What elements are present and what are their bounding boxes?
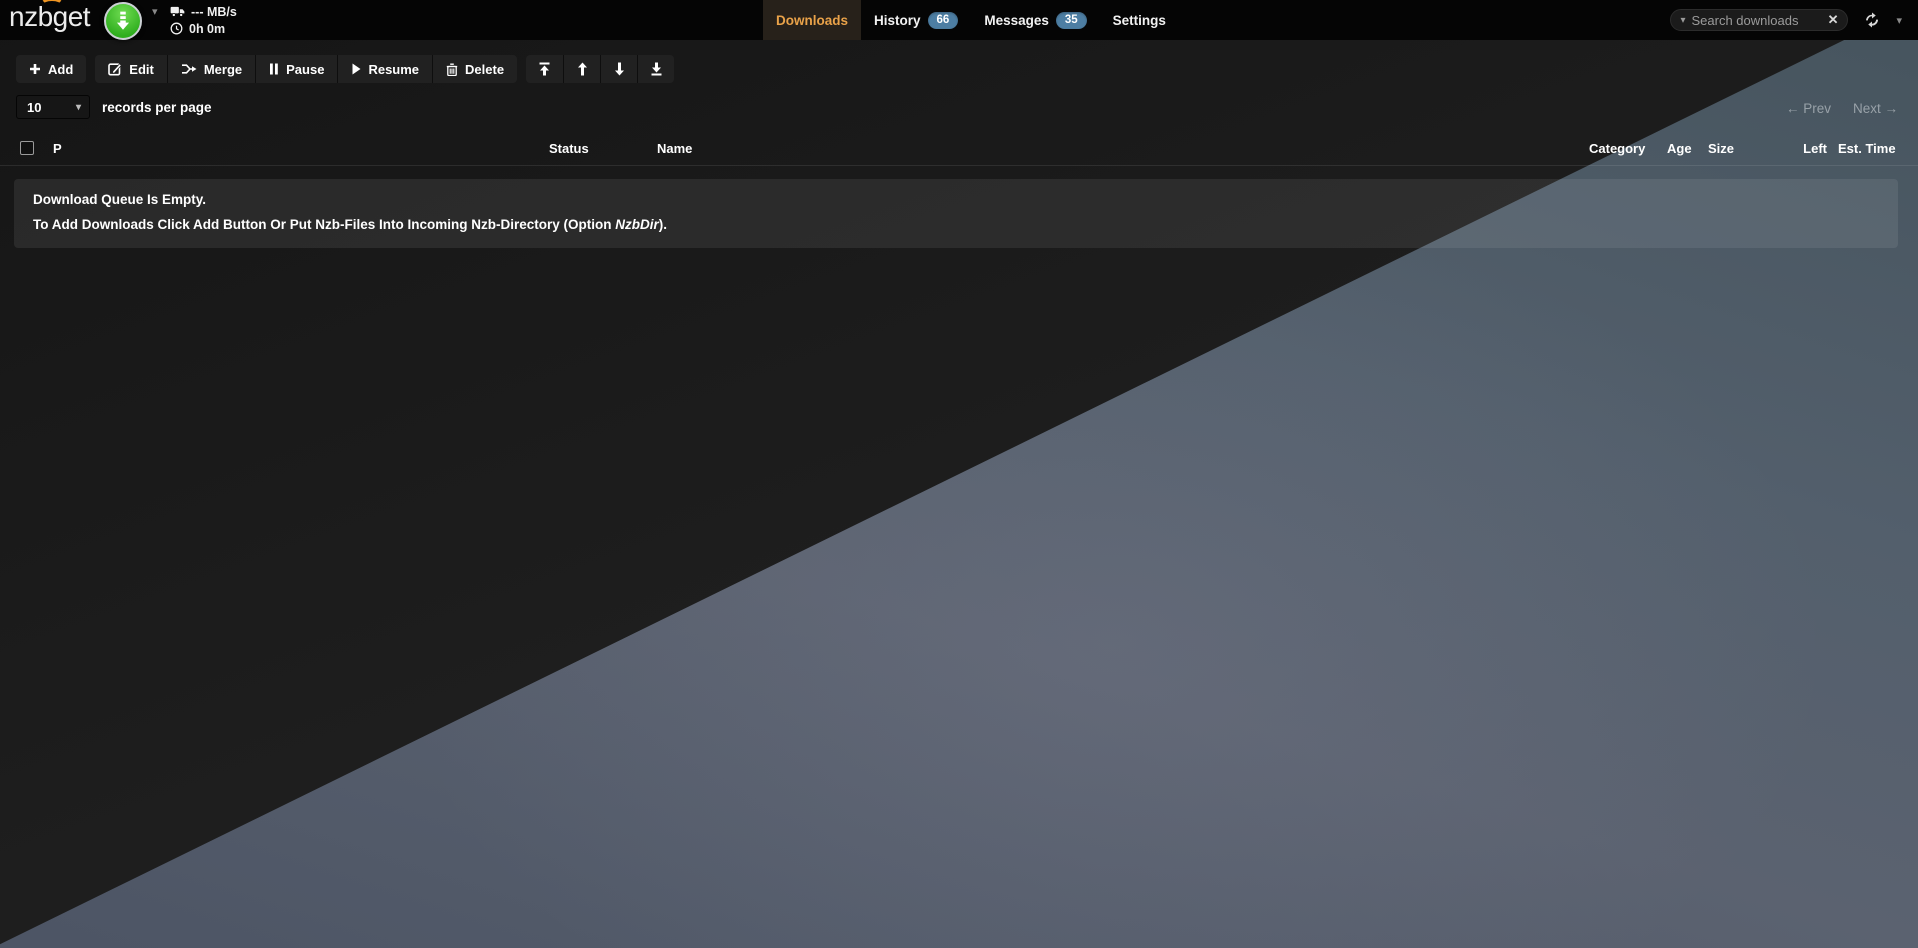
- empty-queue-message-end: ).: [659, 217, 667, 232]
- pause-button-label: Pause: [286, 62, 324, 77]
- empty-queue-message-option: NzbDir: [615, 217, 659, 232]
- truck-icon: [170, 6, 185, 17]
- move-bottom-button[interactable]: [637, 55, 674, 83]
- edit-button[interactable]: Edit: [95, 55, 167, 83]
- add-group: Add: [16, 55, 86, 83]
- download-logo-button[interactable]: [104, 2, 142, 40]
- tab-history[interactable]: History 66: [861, 0, 971, 40]
- arrow-to-top-icon: [538, 62, 551, 76]
- resume-button-label: Resume: [368, 62, 419, 77]
- records-per-page-row: 10 ▾ records per page: [16, 95, 212, 119]
- refresh-icon: [1863, 11, 1881, 29]
- search-clear-icon[interactable]: ✕: [1828, 12, 1839, 28]
- nav-right-cluster: ▾ ✕ ▾: [1670, 0, 1902, 40]
- merge-icon: [181, 63, 197, 75]
- column-header-category: Category: [1589, 131, 1645, 166]
- history-count-badge: 66: [928, 12, 959, 29]
- move-top-button[interactable]: [526, 55, 563, 83]
- queue-toolbar: Add Edit Merge: [16, 55, 674, 83]
- add-button[interactable]: Add: [16, 55, 86, 83]
- pause-button[interactable]: Pause: [255, 55, 337, 83]
- search-options-caret-icon[interactable]: ▾: [1680, 15, 1685, 26]
- search-input[interactable]: [1692, 13, 1822, 28]
- refresh-interval-caret-icon[interactable]: ▾: [1896, 14, 1902, 27]
- arrow-down-icon: [613, 62, 626, 76]
- arrow-up-icon: [576, 62, 589, 76]
- pagination: ← Prev Next →: [1786, 101, 1898, 116]
- tab-messages-label: Messages: [984, 13, 1049, 28]
- logo-menu-caret-icon[interactable]: ▾: [152, 5, 158, 18]
- column-header-left: Left: [1795, 131, 1827, 166]
- edit-icon: [108, 62, 122, 76]
- resume-icon: [351, 63, 361, 75]
- nav-tabs: Downloads History 66 Messages 35 Setting…: [763, 0, 1179, 40]
- empty-queue-message: To Add Downloads Click Add Button Or Put…: [33, 217, 1879, 232]
- download-arrow-icon: [112, 10, 134, 32]
- next-page-link[interactable]: Next →: [1853, 101, 1898, 116]
- tab-downloads-label: Downloads: [776, 13, 848, 28]
- queue-table-header: P Status Name Category Age Size Left Est…: [0, 131, 1918, 166]
- arrow-to-bottom-icon: [650, 62, 663, 76]
- empty-queue-title: Download Queue Is Empty.: [33, 192, 1879, 207]
- delete-button-label: Delete: [465, 62, 504, 77]
- column-header-est-time: Est. Time: [1838, 131, 1896, 166]
- messages-count-badge: 35: [1056, 12, 1087, 29]
- status-stats: --- MB/s 0h 0m: [170, 3, 237, 37]
- prev-page-link[interactable]: ← Prev: [1786, 101, 1831, 116]
- tab-settings[interactable]: Settings: [1100, 0, 1179, 40]
- select-caret-icon: ▾: [76, 102, 81, 113]
- select-all-checkbox[interactable]: [20, 141, 34, 155]
- time-left-value: 0h 0m: [189, 22, 225, 36]
- column-header-size: Size: [1708, 131, 1734, 166]
- speed-value: --- MB/s: [191, 5, 237, 19]
- records-per-page-label: records per page: [102, 100, 212, 115]
- refresh-button[interactable]: [1863, 11, 1881, 29]
- tab-downloads[interactable]: Downloads: [763, 0, 861, 40]
- resume-button[interactable]: Resume: [337, 55, 432, 83]
- clock-icon: [170, 22, 183, 35]
- column-header-name: Name: [657, 131, 692, 166]
- trash-icon: [446, 63, 458, 76]
- empty-queue-panel: Download Queue Is Empty. To Add Download…: [14, 179, 1898, 248]
- move-actions-group: [526, 55, 674, 83]
- column-header-age: Age: [1667, 131, 1692, 166]
- pause-icon: [269, 63, 279, 75]
- tab-history-label: History: [874, 13, 921, 28]
- column-header-status: Status: [549, 131, 589, 166]
- records-per-page-value: 10: [27, 100, 41, 115]
- merge-button[interactable]: Merge: [167, 55, 255, 83]
- records-per-page-select[interactable]: 10 ▾: [16, 95, 90, 119]
- edit-actions-group: Edit Merge Pause Resume: [95, 55, 517, 83]
- search-box[interactable]: ▾ ✕: [1670, 9, 1848, 31]
- edit-button-label: Edit: [129, 62, 154, 77]
- add-button-label: Add: [48, 62, 73, 77]
- move-down-button[interactable]: [600, 55, 637, 83]
- nzbget-logo: nzbget: [9, 1, 90, 33]
- move-up-button[interactable]: [563, 55, 600, 83]
- delete-button[interactable]: Delete: [432, 55, 517, 83]
- column-header-priority: P: [53, 131, 62, 166]
- plus-icon: [29, 63, 41, 75]
- navbar: nzbget ▾ --- MB/s: [0, 0, 1918, 40]
- tab-settings-label: Settings: [1113, 13, 1166, 28]
- merge-button-label: Merge: [204, 62, 242, 77]
- empty-queue-message-text: To Add Downloads Click Add Button Or Put…: [33, 217, 615, 232]
- tab-messages[interactable]: Messages 35: [971, 0, 1099, 40]
